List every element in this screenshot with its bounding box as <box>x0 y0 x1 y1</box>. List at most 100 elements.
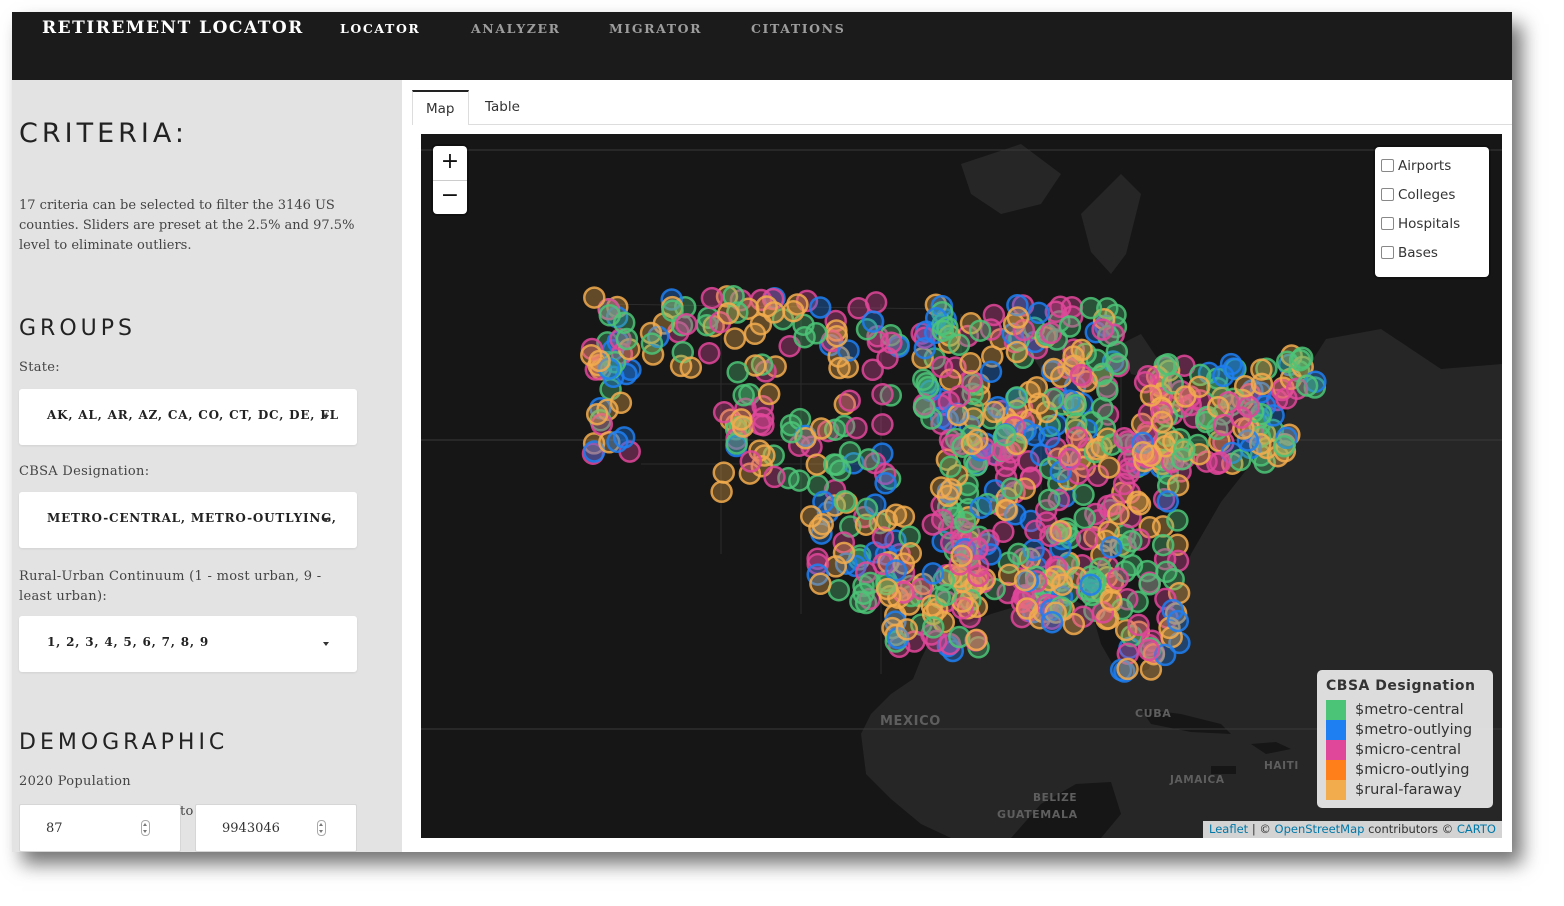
county-marker[interactable] <box>712 461 736 484</box>
cbsa-select[interactable]: METRO-CENTRAL, METRO-OUTLYING, <box>19 492 357 548</box>
county-marker[interactable] <box>1049 519 1073 543</box>
county-marker[interactable] <box>827 578 851 602</box>
county-marker[interactable] <box>1120 529 1143 553</box>
county-marker[interactable] <box>1075 528 1099 551</box>
county-marker[interactable] <box>950 544 973 568</box>
county-marker[interactable] <box>1049 295 1072 319</box>
county-marker[interactable] <box>884 503 908 527</box>
county-marker[interactable] <box>871 413 894 436</box>
county-marker[interactable] <box>913 396 936 419</box>
county-marker[interactable] <box>1073 506 1096 530</box>
county-marker[interactable] <box>726 360 749 384</box>
county-marker[interactable] <box>838 441 862 464</box>
county-marker[interactable] <box>743 322 767 346</box>
state-select[interactable]: AK, AL, AR, AZ, CA, CO, CT, DC, DE, FL <box>19 389 357 445</box>
county-marker[interactable] <box>913 336 937 360</box>
county-marker[interactable] <box>1136 364 1160 388</box>
county-marker[interactable] <box>780 421 803 444</box>
county-marker[interactable] <box>895 618 919 641</box>
county-marker[interactable] <box>825 324 849 348</box>
county-marker[interactable] <box>1091 318 1114 341</box>
county-marker[interactable] <box>1070 338 1093 362</box>
county-marker[interactable] <box>757 382 781 406</box>
tab-map[interactable]: Map <box>412 90 469 125</box>
carto-link[interactable]: CARTO <box>1457 822 1496 836</box>
county-marker[interactable] <box>861 310 885 333</box>
county-marker[interactable] <box>921 562 945 585</box>
county-marker[interactable] <box>732 384 755 407</box>
county-marker[interactable] <box>1228 448 1252 472</box>
county-marker[interactable] <box>1106 567 1130 590</box>
nav-migrator[interactable]: MIGRATOR <box>609 21 702 36</box>
county-marker[interactable] <box>1058 448 1081 471</box>
county-marker[interactable] <box>679 356 703 379</box>
county-marker[interactable] <box>1027 392 1051 415</box>
zoom-out-button[interactable]: − <box>433 180 467 214</box>
county-marker[interactable] <box>1116 657 1139 681</box>
county-marker[interactable] <box>1079 296 1103 320</box>
county-marker[interactable] <box>1295 374 1319 397</box>
tab-table[interactable]: Table <box>472 90 533 124</box>
county-marker[interactable] <box>832 541 856 565</box>
population-min-input[interactable] <box>20 805 180 851</box>
county-marker[interactable] <box>967 564 990 588</box>
county-marker[interactable] <box>993 423 1017 447</box>
county-marker[interactable] <box>939 455 962 479</box>
county-marker[interactable] <box>1062 612 1086 636</box>
county-marker[interactable] <box>1233 375 1257 398</box>
county-marker[interactable] <box>983 400 1006 424</box>
county-marker[interactable] <box>723 327 747 350</box>
county-marker[interactable] <box>1100 536 1123 559</box>
county-marker[interactable] <box>1113 427 1136 450</box>
ruc-select[interactable]: 1, 2, 3, 4, 5, 6, 7, 8, 9 <box>19 616 357 672</box>
county-marker[interactable] <box>1038 425 1061 449</box>
county-marker[interactable] <box>936 316 959 339</box>
population-max-input[interactable] <box>196 805 356 851</box>
county-marker[interactable] <box>609 391 633 415</box>
county-marker[interactable] <box>968 319 992 342</box>
county-marker[interactable] <box>731 415 755 438</box>
county-marker[interactable] <box>979 360 1003 384</box>
county-marker[interactable] <box>930 355 954 379</box>
county-marker[interactable] <box>994 498 1018 521</box>
leaflet-link[interactable]: Leaflet <box>1209 822 1248 836</box>
county-marker[interactable] <box>810 417 833 440</box>
county-marker[interactable] <box>809 572 832 596</box>
county-marker[interactable] <box>857 448 880 471</box>
county-marker[interactable] <box>612 426 636 449</box>
county-marker[interactable] <box>755 295 778 318</box>
checkbox-icon[interactable] <box>1381 159 1394 172</box>
county-marker[interactable] <box>1229 406 1253 429</box>
county-marker[interactable] <box>1099 588 1123 611</box>
county-marker[interactable] <box>947 333 971 357</box>
spinner-icon[interactable] <box>141 820 150 836</box>
county-marker[interactable] <box>580 343 603 367</box>
county-marker[interactable] <box>922 616 945 639</box>
county-marker[interactable] <box>1107 502 1130 526</box>
brand-title[interactable]: RETIREMENT LOCATOR <box>42 18 304 38</box>
county-marker[interactable] <box>1038 488 1061 511</box>
layer-colleges[interactable]: Colleges <box>1381 184 1455 206</box>
county-marker[interactable] <box>1072 483 1095 507</box>
county-marker[interactable] <box>1127 613 1150 637</box>
county-marker[interactable] <box>934 583 958 607</box>
county-marker[interactable] <box>871 382 894 406</box>
county-marker[interactable] <box>884 559 908 582</box>
county-marker[interactable] <box>874 472 897 495</box>
county-marker[interactable] <box>1000 477 1023 500</box>
county-marker[interactable] <box>1069 363 1093 387</box>
county-marker[interactable] <box>965 628 988 652</box>
county-marker[interactable] <box>1166 509 1189 532</box>
county-marker[interactable] <box>880 331 903 354</box>
county-marker[interactable] <box>1208 451 1232 474</box>
county-marker[interactable] <box>739 450 763 473</box>
spinner-icon[interactable] <box>317 820 326 836</box>
checkbox-icon[interactable] <box>1381 188 1394 201</box>
county-marker[interactable] <box>1051 573 1074 597</box>
county-marker[interactable] <box>916 375 940 399</box>
county-marker[interactable] <box>583 286 606 309</box>
county-marker[interactable] <box>1222 357 1246 380</box>
county-marker[interactable] <box>1027 301 1051 325</box>
county-marker[interactable] <box>1097 456 1121 479</box>
county-marker[interactable] <box>1096 379 1119 402</box>
